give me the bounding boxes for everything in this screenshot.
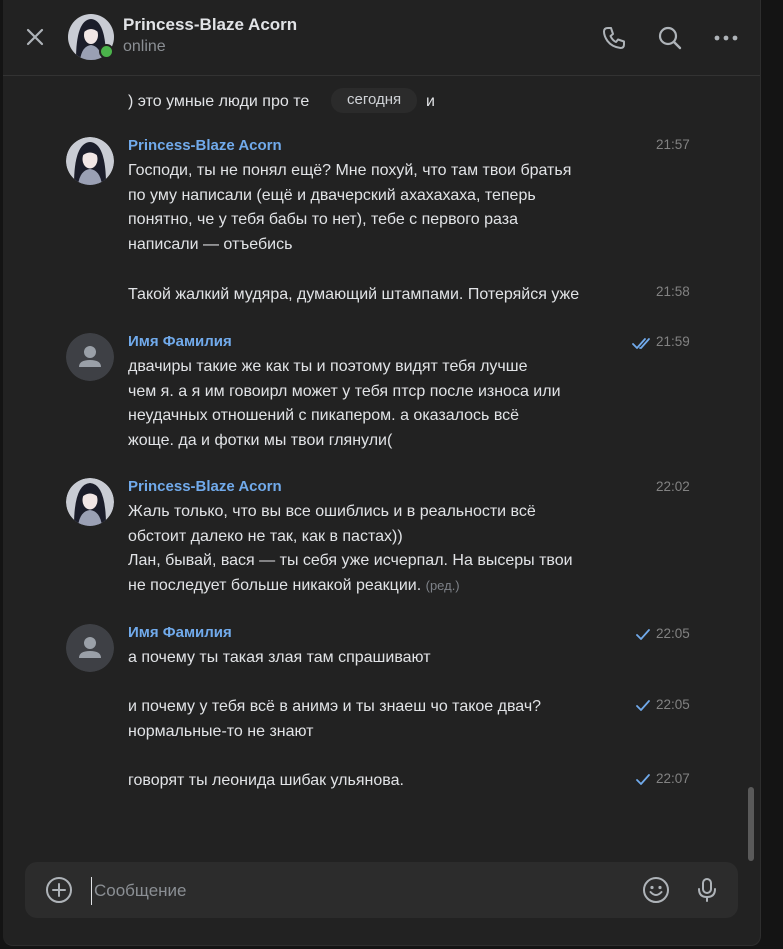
message-time: 22:07 — [656, 771, 690, 786]
avatar[interactable] — [66, 137, 114, 185]
message-time: 22:05 — [656, 626, 690, 641]
message-text: жоще. да и фотки мы твои глянули( — [128, 431, 393, 449]
message-input[interactable] — [91, 877, 616, 905]
message-text: обстоит далеко не так, как в пастах)) — [128, 527, 403, 545]
message-text: Жаль только, что вы все ошиблись и в реа… — [128, 503, 536, 520]
message-time: 21:58 — [656, 284, 690, 299]
message-sender[interactable]: Princess-Blaze Acorn — [128, 478, 282, 495]
message-time: 21:59 — [656, 334, 690, 349]
message-text: Такой жалкий мудяра, думающий штампами. … — [128, 286, 580, 303]
date-separator: сегодня — [331, 88, 418, 113]
message-text: чем я. а я им говоирл может у тебя птср … — [128, 382, 561, 400]
message-text: говорят ты леонида шибак ульянова. — [128, 772, 404, 789]
message-text: не последует больше никакой реакции. — [128, 576, 422, 594]
message-text: понятно, че у тебя бабы то нет), тебе с … — [128, 211, 518, 228]
add-icon[interactable] — [45, 876, 73, 904]
message-text: неудачных отношений с пикапером. а оказа… — [128, 407, 520, 424]
message-text: а почему ты такая злая там спрашивают — [128, 649, 431, 666]
avatar[interactable] — [66, 624, 114, 672]
avatar[interactable] — [66, 333, 114, 381]
close-icon[interactable] — [23, 25, 47, 49]
online-indicator — [99, 44, 114, 59]
chat-header: Princess-Blaze Acorn online — [3, 0, 760, 76]
more-icon[interactable] — [711, 23, 741, 53]
search-icon[interactable] — [655, 23, 685, 53]
message-text: по уму написали (ещё и двачерский ахахах… — [128, 186, 536, 204]
message-sender[interactable]: Имя Фамилия — [128, 333, 232, 350]
message-time: 21:57 — [656, 137, 690, 152]
edited-label: (ред.) — [425, 577, 460, 593]
read-check-icon — [632, 338, 650, 349]
emoji-icon[interactable] — [642, 876, 670, 904]
message-text: Лан, бывай, вася — ты себя уже исчерпал.… — [128, 552, 573, 569]
message-text: написали — отъебись — [128, 235, 293, 253]
scrollbar[interactable] — [748, 787, 754, 861]
message-feed[interactable]: ) это умные люди про те и сегодня Prince… — [3, 76, 760, 856]
microphone-icon[interactable] — [693, 876, 721, 904]
message-sender[interactable]: Имя Фамилия — [128, 624, 232, 641]
message-time: 22:05 — [656, 697, 690, 712]
message-text: двачиры такие же как ты и поэтому видят … — [128, 358, 528, 375]
message-time: 22:02 — [656, 479, 690, 494]
message-text-line: не последует больше никакой реакции. (ре… — [128, 574, 460, 599]
contact-status: online — [123, 38, 166, 55]
chat-window: Princess-Blaze Acorn online ) это умные … — [3, 0, 761, 946]
sent-check-icon — [636, 700, 650, 711]
message-text: Господи, ты не понял ещё? Мне похуй, что… — [128, 162, 572, 179]
message-composer — [25, 862, 738, 918]
message-text: и почему у тебя всё в анимэ и ты знаеш ч… — [128, 698, 542, 715]
message-text: нормальные-то не знают — [128, 722, 314, 740]
avatar[interactable] — [66, 478, 114, 526]
sent-check-icon — [636, 774, 650, 785]
contact-name[interactable]: Princess-Blaze Acorn — [123, 15, 297, 35]
phone-icon[interactable] — [599, 23, 629, 53]
sent-check-icon — [636, 629, 650, 640]
message-text: ) это умные люди про те — [128, 93, 310, 110]
message-text: и — [426, 93, 435, 110]
message-sender[interactable]: Princess-Blaze Acorn — [128, 137, 282, 154]
